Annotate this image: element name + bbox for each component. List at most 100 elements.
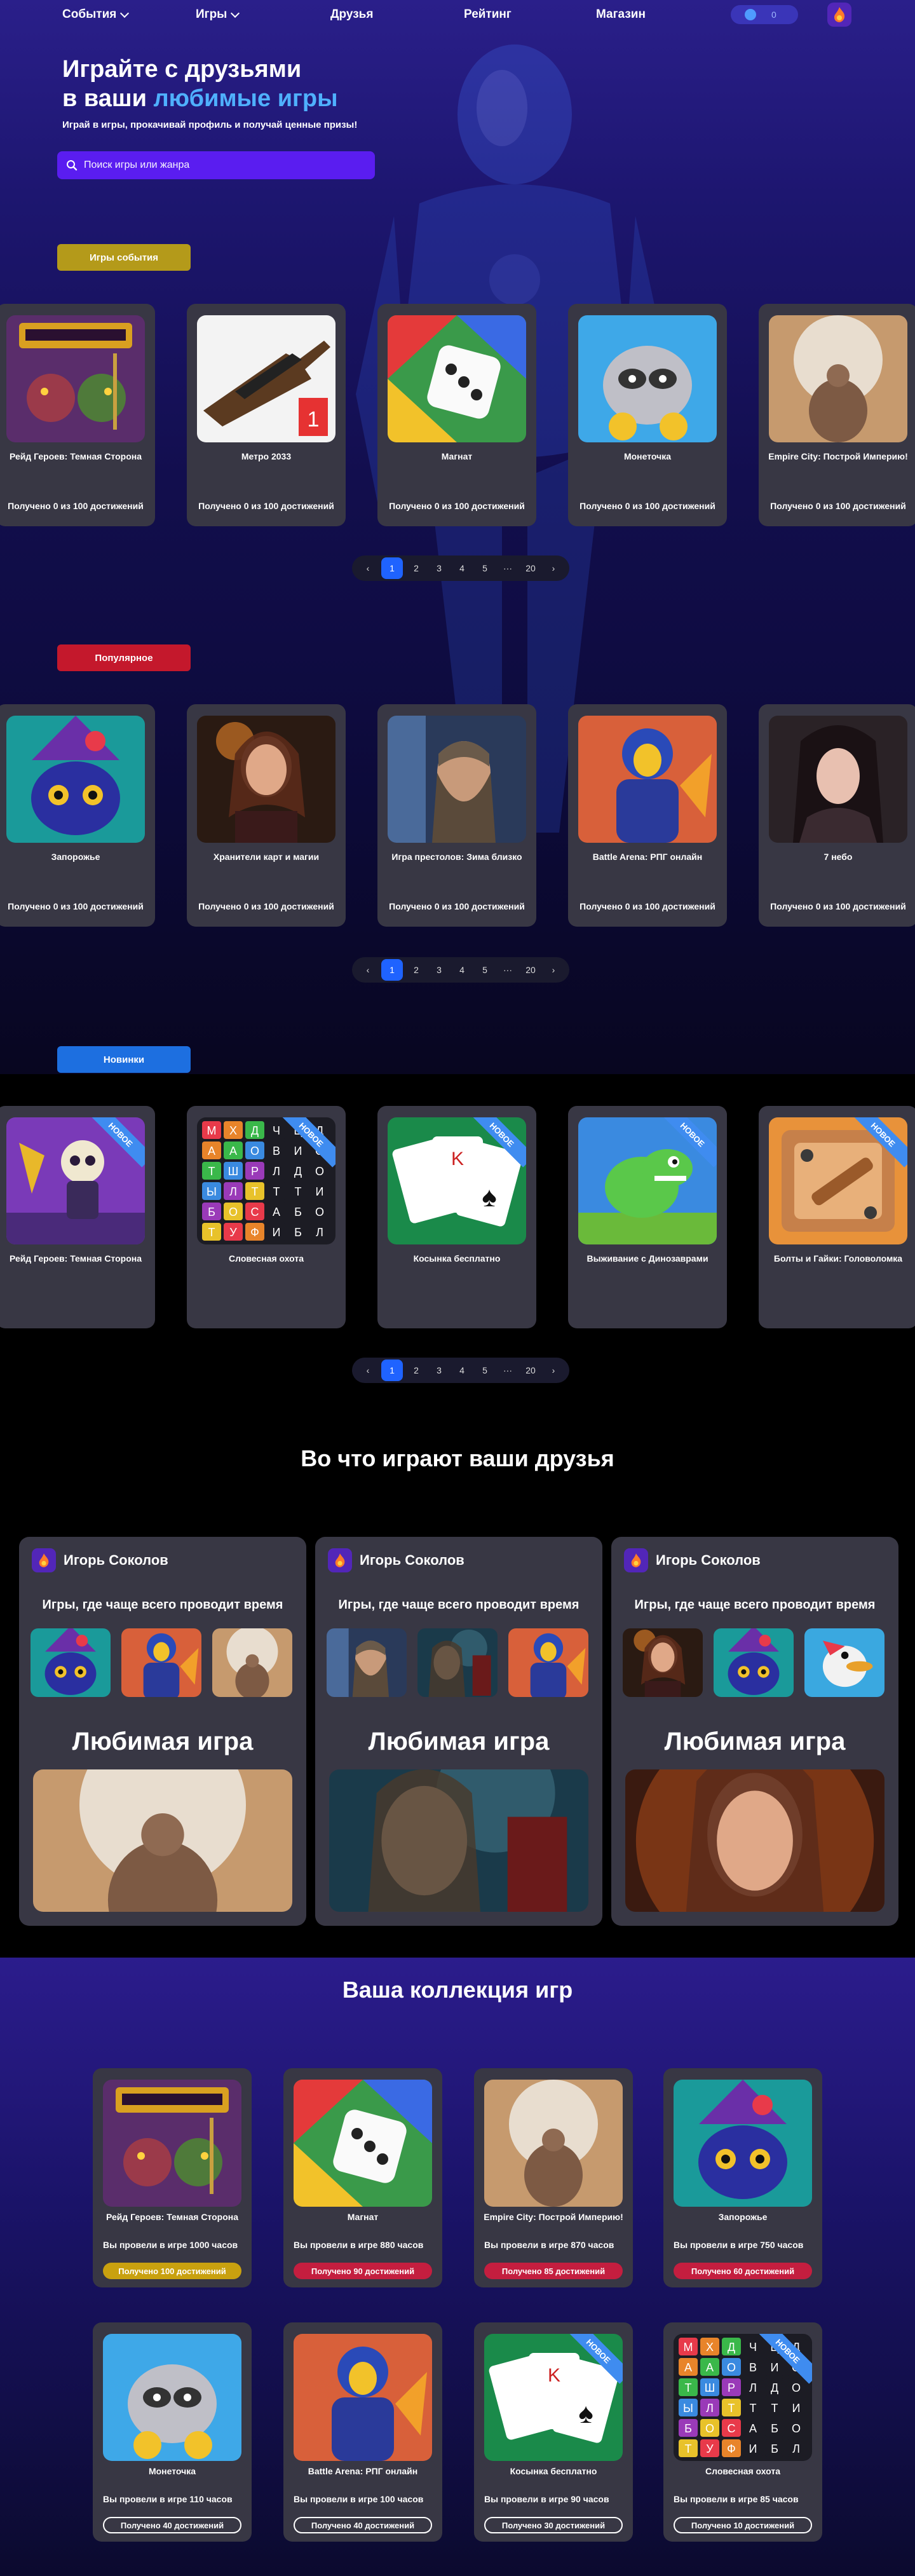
search-input[interactable] — [84, 160, 351, 171]
page-button[interactable]: ··· — [498, 1361, 517, 1380]
page-button[interactable]: 2 — [407, 960, 426, 979]
page-button[interactable]: 4 — [452, 559, 471, 578]
game-card[interactable]: НОВОЕ Выживание с Динозаврами — [568, 1106, 727, 1328]
page-button[interactable]: 20 — [521, 559, 540, 578]
page-button[interactable]: 1 — [381, 1360, 403, 1381]
game-card[interactable]: K ♠ НОВОЕ Косынка бесплатно — [377, 1106, 536, 1328]
collection-card[interactable]: Рейд Героев: Темная Сторона Вы провели в… — [93, 2068, 252, 2287]
svg-text:Р: Р — [728, 2382, 735, 2394]
next-page-button[interactable]: › — [544, 1361, 563, 1380]
page-button[interactable]: 5 — [475, 960, 494, 979]
elf-icon[interactable] — [329, 1769, 588, 1912]
nav-friends[interactable]: Друзья — [330, 8, 373, 22]
elf-icon[interactable] — [417, 1628, 498, 1697]
game-card[interactable]: МХДЧЦДААОВИОТШРЛДОЫЛТТТИБОСАБОТУФИБЛНОВО… — [187, 1106, 346, 1328]
achievements-text: Получено 0 из 100 достижений — [770, 501, 906, 511]
game-card[interactable]: 1 Метро 2033 Получено 0 из 100 достижений — [187, 304, 346, 526]
nav-rating[interactable]: Рейтинг — [464, 8, 512, 22]
svg-text:Ш: Ш — [705, 2382, 715, 2394]
page-button[interactable]: ··· — [498, 960, 517, 979]
game-card[interactable]: Магнат Получено 0 из 100 достижений — [377, 304, 536, 526]
letters-icon: МХДЧЦДААОВИОТШРЛДОЫЛТТТИБОСАБОТУФИБЛНОВО… — [674, 2334, 812, 2461]
game-title: Выживание с Динозаврами — [586, 1253, 708, 1264]
next-page-button[interactable]: › — [544, 960, 563, 979]
collection-card[interactable]: Монеточка Вы провели в игре 110 часов По… — [93, 2322, 252, 2542]
page-button[interactable]: 1 — [381, 959, 403, 981]
game-card[interactable]: Монеточка Получено 0 из 100 достижений — [568, 304, 727, 526]
nav-shop[interactable]: Магазин — [596, 8, 646, 22]
achievements-badge: Получено 100 достижений — [103, 2263, 241, 2279]
friend-card[interactable]: Игорь Соколов Игры, где чаще всего прово… — [315, 1537, 602, 1926]
collection-card[interactable]: Battle Arena: РПГ онлайн Вы провели в иг… — [283, 2322, 442, 2542]
game-card[interactable]: Хранители карт и магии Получено 0 из 100 … — [187, 704, 346, 927]
game-card[interactable]: НОВОЕ Рейд Героев: Темная Сторона — [0, 1106, 155, 1328]
svg-text:Ы: Ы — [207, 1185, 217, 1198]
popular-label[interactable]: Популярное — [57, 644, 191, 671]
collection-card[interactable]: K ♠ НОВОЕ Косынка бесплатно Вы провели в и… — [474, 2322, 633, 2542]
warrior-icon[interactable] — [508, 1628, 588, 1697]
friend-avatar — [624, 1548, 648, 1572]
game-card[interactable]: Игра престолов: Зима близко Получено 0 из… — [377, 704, 536, 927]
page-button[interactable]: 5 — [475, 1361, 494, 1380]
page-button[interactable]: 3 — [430, 1361, 449, 1380]
next-page-button[interactable]: › — [544, 559, 563, 578]
svg-text:Д: Д — [728, 2341, 735, 2354]
collection-card[interactable]: Запорожье Вы провели в игре 750 часов По… — [663, 2068, 822, 2287]
collection-card[interactable]: Empire City: Построй Империю! Вы провели… — [474, 2068, 633, 2287]
warrior-icon[interactable] — [121, 1628, 201, 1697]
page-button[interactable]: 5 — [475, 559, 494, 578]
achievements-badge: Получено 60 достижений — [674, 2263, 812, 2279]
game-card[interactable]: 7 небо Получено 0 из 100 достижений — [759, 704, 915, 927]
atlas-icon[interactable] — [212, 1628, 292, 1697]
achievements-text: Получено 0 из 100 достижений — [580, 901, 715, 911]
page-button[interactable]: 4 — [452, 1361, 471, 1380]
page-button[interactable]: 20 — [521, 960, 540, 979]
page-button[interactable]: 3 — [430, 559, 449, 578]
sorceress-icon[interactable] — [623, 1628, 703, 1697]
page-button[interactable]: 1 — [381, 557, 403, 579]
nav-friends-label: Друзья — [330, 8, 374, 21]
collection-card[interactable]: Магнат Вы провели в игре 880 часов Получ… — [283, 2068, 442, 2287]
nav-games[interactable]: Игры — [196, 8, 240, 22]
nav-events[interactable]: События — [62, 8, 130, 22]
page-button[interactable]: 4 — [452, 960, 471, 979]
page-button[interactable]: 2 — [407, 559, 426, 578]
events-label[interactable]: Игры события — [57, 244, 191, 271]
search-bar[interactable] — [57, 151, 375, 179]
svg-text:О: О — [705, 2422, 714, 2435]
hours-played: Вы провели в игре 90 часов — [484, 2494, 609, 2504]
svg-text:♠: ♠ — [578, 2398, 593, 2429]
game-card[interactable]: НОВОЕ Болты и Гайки: Головоломка — [759, 1106, 915, 1328]
svg-text:Т: Т — [295, 1185, 302, 1198]
duck-icon[interactable] — [804, 1628, 884, 1697]
achievements-badge: Получено 10 достижений — [674, 2517, 812, 2533]
game-card[interactable]: Рейд Героев: Темная Сторона Получено 0 из… — [0, 304, 155, 526]
prev-page-button[interactable]: ‹ — [358, 960, 377, 979]
game-card[interactable]: Empire City: Построй Империю! Получено 0 … — [759, 304, 915, 526]
svg-text:K: K — [548, 2365, 560, 2386]
svg-text:Б: Б — [294, 1206, 302, 1218]
prev-page-button[interactable]: ‹ — [358, 1361, 377, 1380]
new-label[interactable]: Новинки — [57, 1046, 191, 1073]
theme-toggle[interactable]: 0 — [731, 5, 798, 24]
page-button[interactable]: 20 — [521, 1361, 540, 1380]
warrior-icon — [578, 716, 717, 843]
game-card[interactable]: Battle Arena: РПГ онлайн Получено 0 из 10… — [568, 704, 727, 927]
collection-card[interactable]: МХДЧЦДААОВИОТШРЛДОЫЛТТТИБОСАБОТУФИБЛНОВО… — [663, 2322, 822, 2542]
svg-text:Б: Б — [771, 2422, 778, 2435]
page-button[interactable]: ··· — [498, 559, 517, 578]
game-card[interactable]: Запорожье Получено 0 из 100 достижений — [0, 704, 155, 927]
king-icon[interactable] — [327, 1628, 407, 1697]
cat-wizard-icon[interactable] — [714, 1628, 794, 1697]
atlas-icon[interactable] — [33, 1769, 292, 1912]
friend-card[interactable]: Игорь Соколов Игры, где чаще всего прово… — [19, 1537, 306, 1926]
prev-page-button[interactable]: ‹ — [358, 559, 377, 578]
fire-woman-icon[interactable] — [625, 1769, 884, 1912]
page-button[interactable]: 3 — [430, 960, 449, 979]
game-title: Словесная охота — [705, 2466, 780, 2476]
cat-wizard-icon[interactable] — [30, 1628, 111, 1697]
svg-text:И: И — [273, 1226, 281, 1239]
friend-card[interactable]: Игорь Соколов Игры, где чаще всего прово… — [611, 1537, 898, 1926]
page-button[interactable]: 2 — [407, 1361, 426, 1380]
profile-avatar[interactable] — [827, 3, 851, 27]
